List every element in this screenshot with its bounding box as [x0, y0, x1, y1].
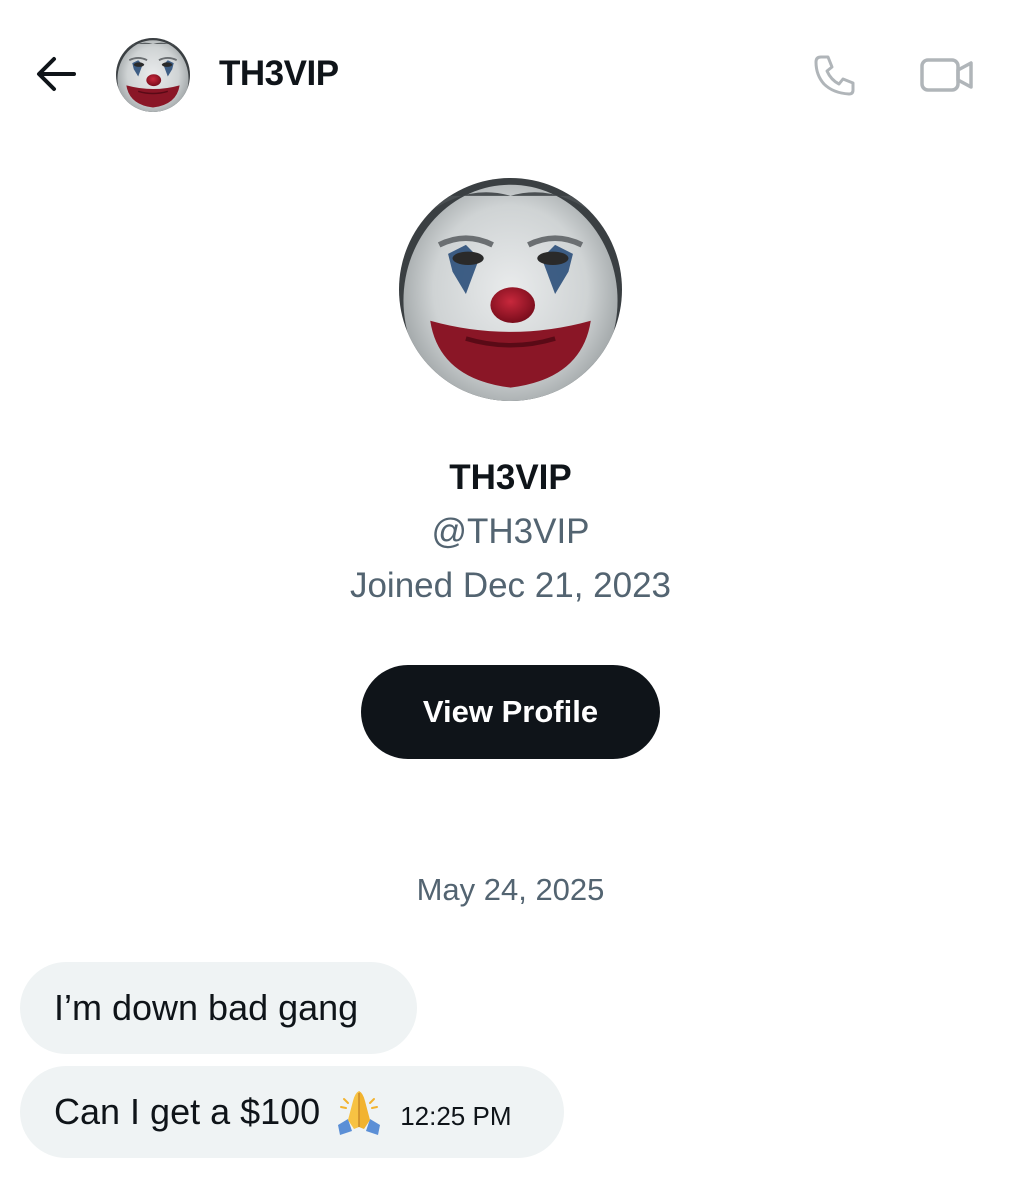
message-bubble[interactable]: Can I get a $100 12:25 PM	[20, 1066, 564, 1158]
arrow-left-icon	[37, 57, 76, 91]
avatar-image	[116, 38, 190, 112]
profile-name: TH3VIP	[449, 458, 572, 497]
message-bubble[interactable]: I’m down bad gang	[20, 962, 417, 1054]
message-text: Can I get a $100	[54, 1091, 321, 1132]
call-button[interactable]	[808, 50, 862, 100]
profile-avatar[interactable]	[399, 178, 622, 401]
video-call-button[interactable]	[916, 50, 978, 100]
back-button[interactable]	[30, 52, 82, 96]
conversation-header: TH3VIP	[0, 0, 1021, 150]
folded-hands-icon	[338, 1091, 381, 1135]
avatar-image	[399, 178, 622, 401]
video-camera-icon	[920, 58, 973, 92]
profile-joined-date: Joined Dec 21, 2023	[349, 566, 672, 605]
phone-icon	[814, 55, 855, 96]
message-text: I’m down bad gang	[54, 987, 359, 1028]
header-avatar[interactable]	[116, 38, 190, 112]
conversation-title[interactable]: TH3VIP	[219, 52, 339, 96]
view-profile-button[interactable]: View Profile	[361, 665, 660, 759]
message-timestamp: 12:25 PM	[400, 1101, 512, 1131]
date-divider: May 24, 2025	[416, 872, 605, 907]
profile-handle: @TH3VIP	[431, 512, 590, 551]
